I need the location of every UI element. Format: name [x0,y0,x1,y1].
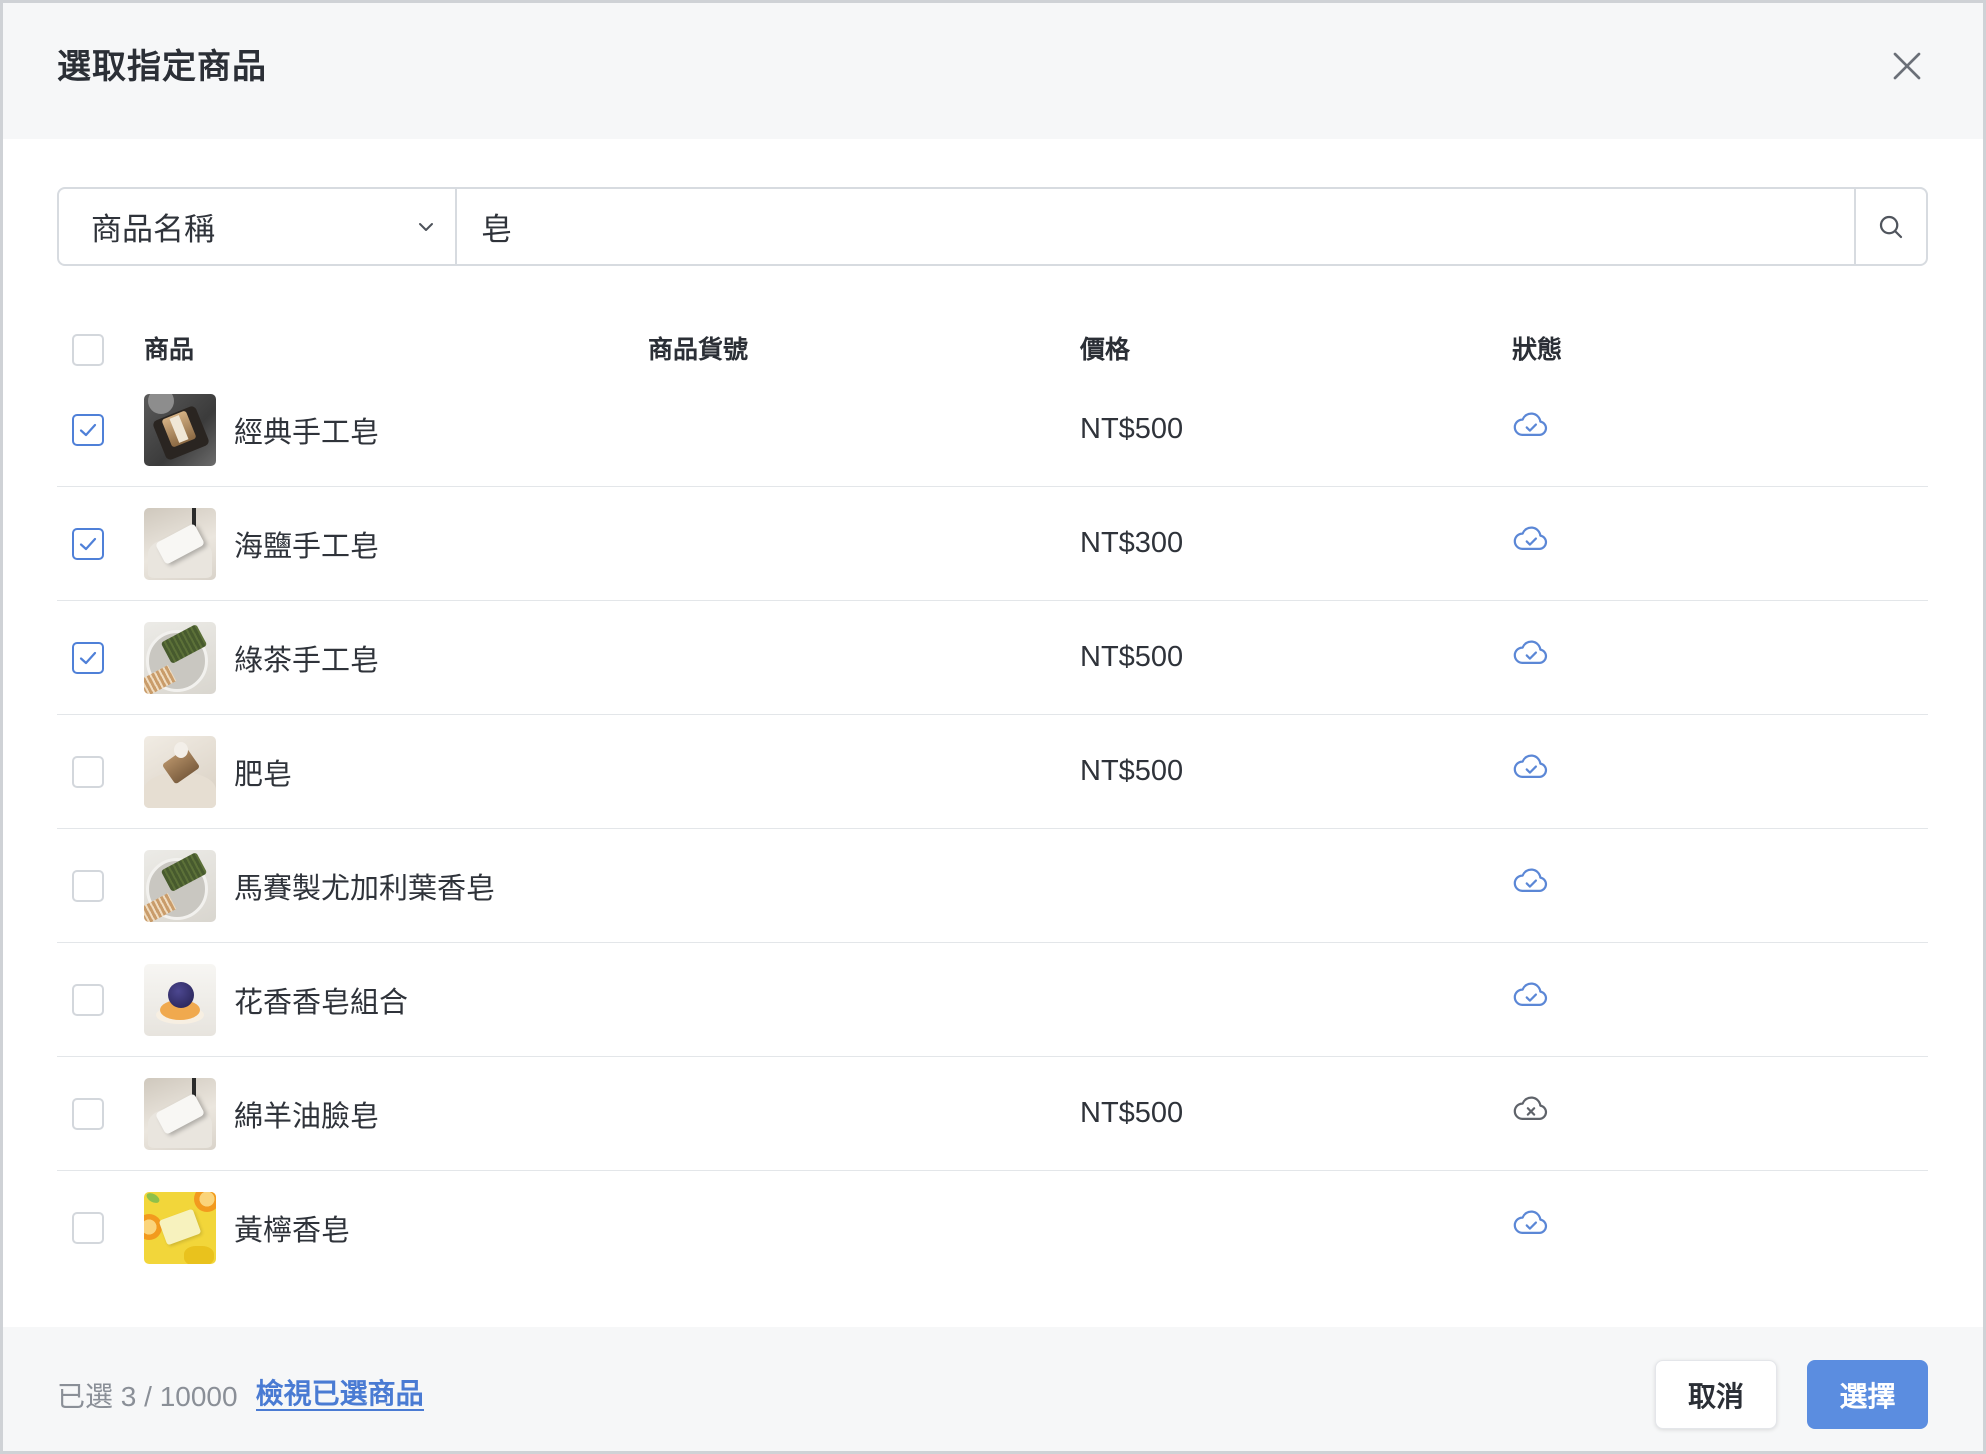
product-name: 綠茶手工皂 [234,644,380,677]
column-header-status: 狀態 [1512,336,1563,364]
cancel-button[interactable]: 取消 [1655,1360,1777,1429]
table-row: 黃檸香皂 [57,1171,1928,1285]
row-checkbox[interactable] [72,870,104,902]
product-thumbnail [144,622,216,694]
row-checkbox[interactable] [72,1098,104,1130]
row-checkbox[interactable] [72,984,104,1016]
column-header-price: 價格 [1080,336,1131,364]
product-thumbnail [144,736,216,808]
search-field-label: 商品名稱 [91,212,215,247]
table-row: 海鹽手工皂 NT$300 [57,487,1928,601]
selection-summary: 已選 3 / 10000 檢視已選商品 [57,1327,424,1451]
product-name: 海鹽手工皂 [234,530,380,563]
row-checkbox[interactable] [72,642,104,674]
search-button[interactable] [1854,189,1926,264]
cloud-check-icon [1513,868,1548,892]
product-thumbnail [144,1078,216,1150]
row-checkbox[interactable] [72,414,104,446]
cloud-check-icon [1513,982,1548,1006]
product-name: 馬賽製尤加利葉香皂 [234,872,496,905]
view-selected-link[interactable]: 檢視已選商品 [255,1378,424,1411]
product-thumbnail [144,850,216,922]
product-thumbnail [144,964,216,1036]
product-price: NT$500 [1080,755,1184,787]
product-name: 肥皂 [234,758,293,791]
cloud-x-icon [1513,1096,1548,1120]
checkmark-icon [79,651,97,665]
row-checkbox[interactable] [72,1212,104,1244]
cloud-check-icon [1513,1210,1548,1234]
product-thumbnail [144,508,216,580]
product-name: 黃檸香皂 [234,1214,351,1247]
table-row: 綿羊油臉皂 NT$500 [57,1057,1928,1171]
product-name: 經典手工皂 [234,416,380,449]
table-row: 肥皂 NT$500 [57,715,1928,829]
product-table: 商品 商品貨號 價格 狀態 經典手工皂 NT$500 海鹽手工皂 NT$300 … [57,327,1928,1285]
cloud-check-icon [1513,412,1548,436]
product-price: NT$500 [1080,413,1184,445]
table-header: 商品 商品貨號 價格 狀態 [57,327,1928,373]
close-icon [1893,52,1921,80]
dialog-header: 選取指定商品 [3,3,1983,139]
row-checkbox[interactable] [72,528,104,560]
product-thumbnail [144,1192,216,1264]
product-price: NT$300 [1080,527,1184,559]
column-header-sku: 商品貨號 [648,336,749,364]
table-row: 經典手工皂 NT$500 [57,373,1928,487]
checkmark-icon [79,537,97,551]
chevron-down-icon [419,223,433,231]
column-header-product: 商品 [144,336,195,364]
search-input[interactable] [457,189,1854,264]
cloud-check-icon [1513,640,1548,664]
row-checkbox[interactable] [72,756,104,788]
selected-count: 已選 3 / 10000 [57,1380,238,1412]
select-button[interactable]: 選擇 [1807,1360,1928,1429]
cloud-check-icon [1513,526,1548,550]
search-field-select[interactable]: 商品名稱 [59,189,457,264]
search-bar: 商品名稱 [57,187,1928,266]
cloud-check-icon [1513,754,1548,778]
dialog-footer: 已選 3 / 10000 檢視已選商品 取消 選擇 [3,1327,1983,1451]
product-name: 花香香皂組合 [234,986,409,1019]
checkmark-icon [79,423,97,437]
product-name: 綿羊油臉皂 [234,1100,380,1133]
select-products-dialog: 選取指定商品 商品名稱 商品 商品貨號 價格 狀 [0,0,1986,1454]
dialog-title: 選取指定商品 [57,48,267,86]
product-price: NT$500 [1080,641,1184,673]
search-icon [1879,215,1903,238]
select-all-checkbox[interactable] [72,334,104,366]
close-button[interactable] [1889,48,1925,84]
table-row: 花香香皂組合 [57,943,1928,1057]
product-price: NT$500 [1080,1097,1184,1129]
table-row: 綠茶手工皂 NT$500 [57,601,1928,715]
table-row: 馬賽製尤加利葉香皂 [57,829,1928,943]
product-thumbnail [144,394,216,466]
